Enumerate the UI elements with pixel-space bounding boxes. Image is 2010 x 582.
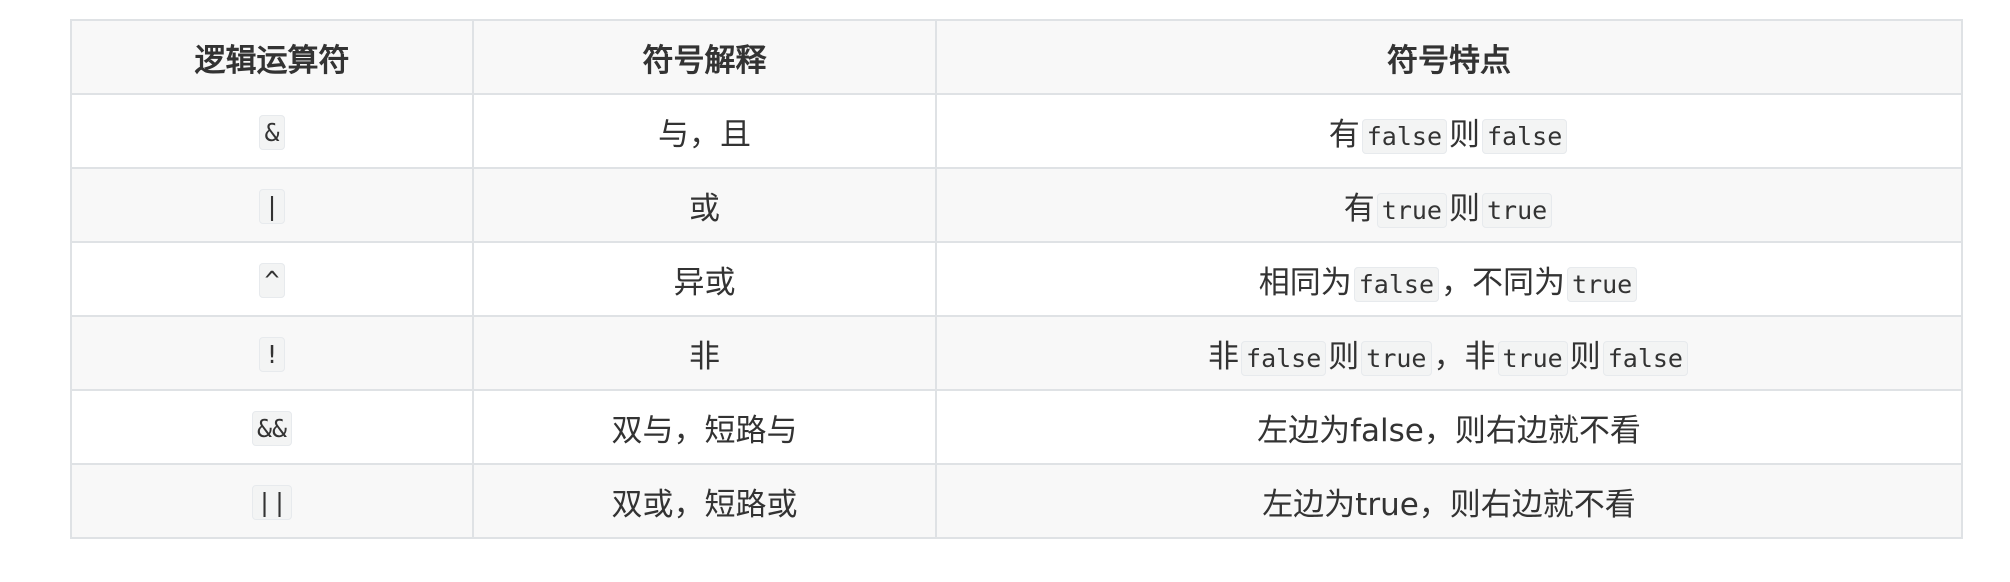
operator-cell: | bbox=[70, 167, 474, 243]
meaning-cell: 异或 bbox=[472, 241, 937, 317]
header-operator: 逻辑运算符 bbox=[70, 19, 474, 95]
table-row: && 双与，短路与 左边为false，则右边就不看 bbox=[70, 389, 1963, 465]
feature-code: true bbox=[1361, 340, 1432, 376]
feature-cell: 左边为true，则右边就不看 bbox=[935, 463, 1963, 539]
logic-operators-table: 逻辑运算符 符号解释 符号特点 & 与，且有 false 则 false | 或有 true 则… bbox=[70, 19, 1963, 539]
feature-text: ，非 bbox=[1433, 338, 1496, 375]
feature-cell: 左边为false，则右边就不看 bbox=[935, 389, 1963, 465]
table-row: & 与，且有 false 则 false bbox=[70, 93, 1963, 169]
operator-code: && bbox=[251, 411, 293, 446]
feature-text: 有 bbox=[1328, 116, 1360, 153]
feature-text: 左边为true，则右边就不看 bbox=[1262, 486, 1636, 523]
logic-operators-table-container: 逻辑运算符 符号解释 符号特点 & 与，且有 false 则 false | 或有 true 则… bbox=[70, 19, 1963, 539]
feature-code: false bbox=[1482, 118, 1568, 154]
operator-code: | bbox=[259, 189, 285, 224]
operator-cell: && bbox=[70, 389, 474, 465]
operator-cell: & bbox=[70, 93, 474, 169]
feature-code: true bbox=[1497, 340, 1568, 376]
feature-code: true bbox=[1376, 192, 1447, 228]
feature-text: 则 bbox=[1569, 338, 1601, 375]
feature-code: false bbox=[1241, 340, 1327, 376]
feature-text: 则 bbox=[1449, 190, 1480, 227]
table-row: ! 非非 false 则 true ，非 true 则 false bbox=[70, 315, 1963, 391]
feature-text: 有 bbox=[1343, 190, 1375, 227]
header-meaning: 符号解释 bbox=[472, 19, 937, 95]
operator-code: & bbox=[259, 115, 285, 150]
feature-cell: 有 false 则 false bbox=[935, 93, 1963, 169]
feature-text: 则 bbox=[1328, 338, 1360, 375]
meaning-cell: 双与，短路与 bbox=[472, 389, 937, 465]
operator-cell: ^ bbox=[70, 241, 474, 317]
feature-code: false bbox=[1602, 340, 1688, 376]
table-row: || 双或，短路或 左边为true，则右边就不看 bbox=[70, 463, 1963, 539]
table-row: ^ 异或 相同为 false ，不同为 true bbox=[70, 241, 1963, 317]
feature-text: 相同为 bbox=[1258, 264, 1352, 301]
feature-code: true bbox=[1567, 266, 1638, 302]
feature-text: ，不同为 bbox=[1441, 264, 1566, 301]
operator-code: ! bbox=[259, 337, 285, 372]
feature-code: true bbox=[1482, 192, 1553, 228]
feature-cell: 非 false 则 true ，非 true 则 false bbox=[935, 315, 1963, 391]
operator-code: ^ bbox=[259, 263, 285, 298]
meaning-cell: 或 bbox=[472, 167, 937, 243]
feature-code: false bbox=[1361, 118, 1447, 154]
feature-text: 左边为false，则右边就不看 bbox=[1257, 412, 1641, 449]
feature-text: 则 bbox=[1449, 116, 1480, 153]
feature-text: 非 bbox=[1208, 338, 1240, 375]
feature-cell: 相同为 false ，不同为 true bbox=[935, 241, 1963, 317]
feature-cell: 有 true 则 true bbox=[935, 167, 1963, 243]
meaning-cell: 双或，短路或 bbox=[472, 463, 937, 539]
operator-code: || bbox=[251, 485, 293, 520]
table-header-row: 逻辑运算符 符号解释 符号特点 bbox=[70, 19, 1963, 95]
table-row: | 或有 true 则 true bbox=[70, 167, 1963, 243]
header-feature: 符号特点 bbox=[935, 19, 1963, 95]
meaning-cell: 非 bbox=[472, 315, 937, 391]
table-body: & 与，且有 false 则 false | 或有 true 则 true ^ 异或 相同为 false，… bbox=[70, 93, 1963, 539]
operator-cell: || bbox=[70, 463, 474, 539]
feature-code: false bbox=[1353, 266, 1440, 302]
operator-cell: ! bbox=[70, 315, 474, 391]
meaning-cell: 与，且 bbox=[472, 93, 937, 169]
